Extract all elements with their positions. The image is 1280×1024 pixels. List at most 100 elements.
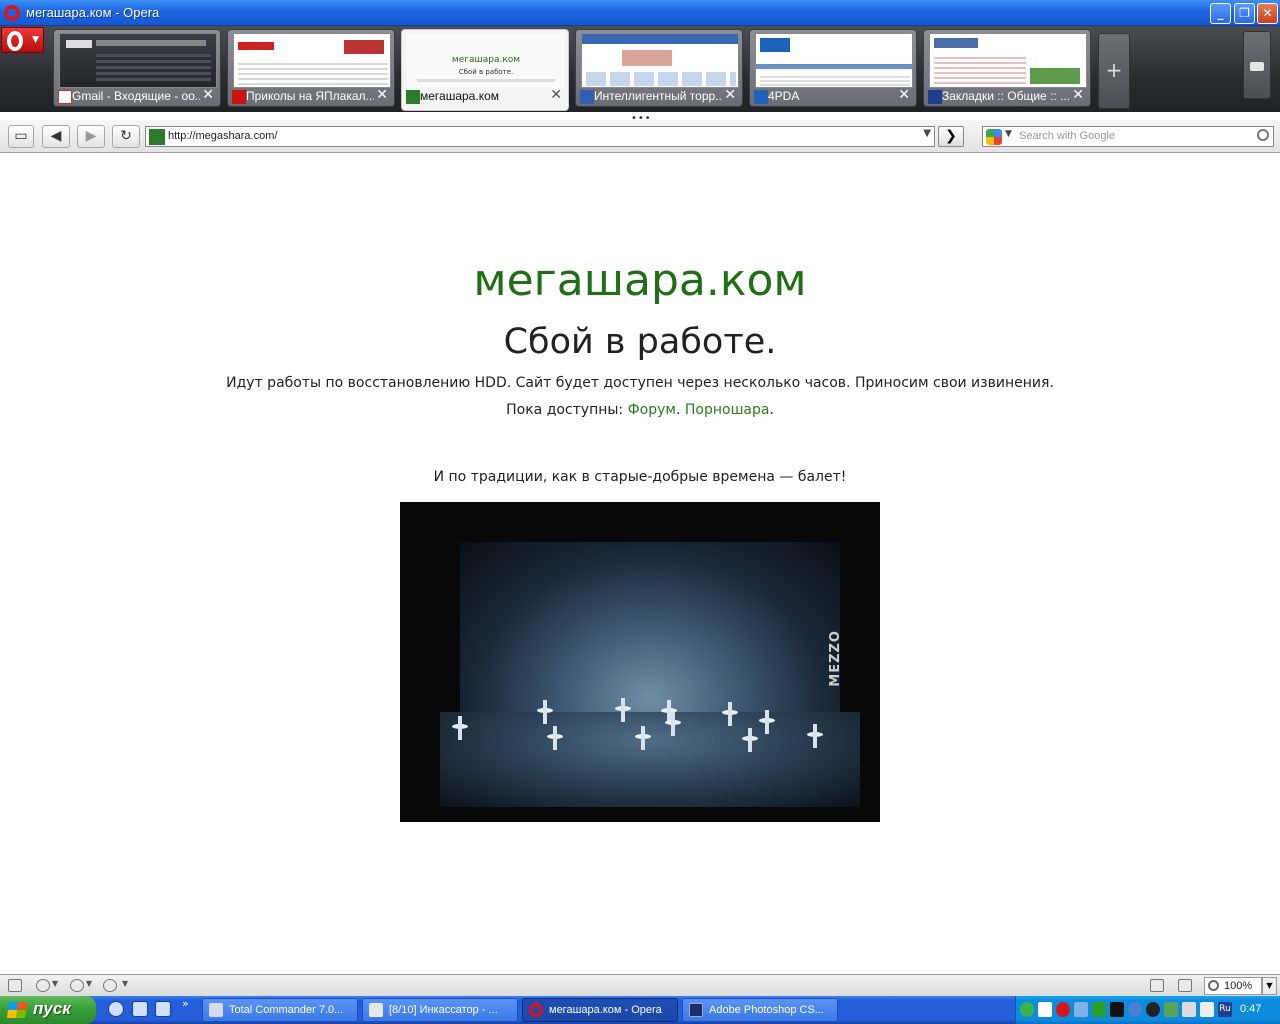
tab-torrent[interactable]: Интеллигентный торр... ✕ xyxy=(575,29,743,107)
dancer xyxy=(615,698,631,724)
address-dropdown-icon[interactable]: ▼ xyxy=(923,128,931,139)
link-separator: . xyxy=(675,402,685,418)
app-quicklaunch-icon[interactable] xyxy=(155,1001,171,1017)
forward-button[interactable]: ▶ xyxy=(77,125,105,148)
opera-menu-button[interactable]: ▼ xyxy=(1,27,44,53)
photoshop-icon xyxy=(689,1003,703,1017)
task-opera[interactable]: мегашара.ком - Opera xyxy=(522,998,678,1022)
windows-flag-icon xyxy=(6,1002,28,1018)
search-icon[interactable] xyxy=(1257,129,1269,141)
quicklaunch-more-icon[interactable]: » xyxy=(182,997,189,1010)
tab-thumbnail xyxy=(233,33,391,88)
search-engine-dropdown-icon[interactable]: ▼ xyxy=(1005,129,1012,139)
ballet-video[interactable]: MEZZO xyxy=(400,502,880,822)
dancer xyxy=(722,702,738,728)
tab-close-icon[interactable]: ✕ xyxy=(1072,87,1084,103)
tab-label: Интеллигентный торр... xyxy=(594,89,722,103)
4pda-icon xyxy=(754,90,768,104)
tab-thumbnail xyxy=(59,33,217,88)
tab-thumbnail: мегашара.ком Сбой в работе. xyxy=(407,33,565,88)
tab-close-icon[interactable]: ✕ xyxy=(202,87,214,103)
tab-megashara[interactable]: мегашара.ком Сбой в работе. мегашара.ком… xyxy=(401,29,569,111)
reload-button[interactable]: ↻ xyxy=(112,125,140,148)
video-floor xyxy=(440,712,860,807)
forum-link[interactable]: Форум xyxy=(628,402,676,418)
tab-close-icon[interactable]: ✕ xyxy=(724,87,736,103)
tab-close-icon[interactable]: ✕ xyxy=(898,87,910,103)
view-icon[interactable] xyxy=(1150,979,1164,992)
window-title: мегашара.ком - Opera xyxy=(26,5,160,20)
opera-tray-icon[interactable] xyxy=(1056,1002,1070,1017)
flash-icon[interactable] xyxy=(1128,1002,1142,1017)
explorer-quicklaunch-icon[interactable] xyxy=(132,1001,148,1017)
available-prefix: Пока доступны: xyxy=(506,402,628,418)
close-button[interactable]: ✕ xyxy=(1257,3,1278,24)
pornoshara-link[interactable]: Порношара xyxy=(685,402,770,418)
paperclip-icon[interactable] xyxy=(1182,1002,1196,1017)
tab-thumbnail xyxy=(581,33,739,88)
leaf-icon[interactable] xyxy=(1164,1002,1178,1017)
window-titlebar[interactable]: мегашара.ком - Opera _ ❐ ✕ xyxy=(0,0,1280,26)
tab-gmail[interactable]: Gmail - Входящие - oo... ✕ xyxy=(53,29,221,107)
image-toggle-icon[interactable] xyxy=(1178,979,1192,992)
status-bar: ▼ ▼ ▼ 100% ▼ xyxy=(0,974,1280,996)
chevron-down-icon: ▼ xyxy=(32,35,39,45)
total-commander-icon xyxy=(209,1003,223,1017)
tab-yaplakal[interactable]: Приколы на ЯПлакал... ✕ xyxy=(227,29,395,107)
minimize-button[interactable]: _ xyxy=(1210,3,1231,24)
tab-label: Приколы на ЯПлакал... xyxy=(246,89,374,103)
url-text: http://megashara.com/ xyxy=(168,130,278,142)
tab-thumbnail xyxy=(755,33,913,88)
dancer xyxy=(807,724,823,750)
zoom-control[interactable]: 100% xyxy=(1204,977,1262,995)
panel-toggle-button[interactable]: ▭ xyxy=(8,125,34,148)
dancer xyxy=(759,710,775,736)
utility-icon[interactable] xyxy=(1092,1002,1106,1017)
torrent-icon xyxy=(580,90,594,104)
address-field[interactable]: http://megashara.com/ ▼ xyxy=(145,126,935,147)
clock: 0:47 xyxy=(1240,1003,1262,1015)
task-inkassator[interactable]: [8/10] Инкассатор - ... xyxy=(362,998,518,1022)
closed-tabs-trash-button[interactable] xyxy=(1243,31,1271,99)
chevron-down-icon[interactable]: ▼ xyxy=(86,979,92,988)
language-ru-icon[interactable]: Ru xyxy=(1218,1002,1232,1017)
tab-label: Gmail - Входящие - oo... xyxy=(72,89,200,103)
back-button[interactable]: ◀ xyxy=(42,125,70,148)
site-name-heading: мегашара.ком xyxy=(473,255,807,306)
tab-4pda[interactable]: 4PDA ✕ xyxy=(749,29,917,107)
chevron-down-icon[interactable]: ▼ xyxy=(52,979,58,988)
icq-icon[interactable] xyxy=(1020,1002,1034,1017)
tab-label: Закладки :: Общие :: ... xyxy=(942,89,1070,103)
ballet-caption: И по традиции, как в старые-добрые време… xyxy=(433,469,847,485)
web-page: мегашара.ком Сбой в работе. Идут работы … xyxy=(0,154,1280,974)
network-icon[interactable] xyxy=(1074,1002,1088,1017)
monitor-icon[interactable] xyxy=(1110,1002,1124,1017)
tab-bookmarks[interactable]: Закладки :: Общие :: ... ✕ xyxy=(923,29,1091,107)
restore-button[interactable]: ❐ xyxy=(1234,3,1255,24)
panel-icon[interactable] xyxy=(8,979,22,992)
tab-thumbnail xyxy=(929,33,1087,88)
bug-icon[interactable] xyxy=(1146,1002,1160,1017)
zoom-dropdown-icon[interactable]: ▼ xyxy=(1262,977,1277,995)
new-tab-button[interactable]: + xyxy=(1098,33,1130,109)
available-suffix: . xyxy=(769,402,774,418)
unite-icon[interactable] xyxy=(36,979,50,992)
search-field[interactable]: ▼ Search with Google xyxy=(982,126,1274,147)
ie-quicklaunch-icon[interactable] xyxy=(108,1001,124,1017)
task-photoshop[interactable]: Adobe Photoshop CS... xyxy=(682,998,838,1022)
mezzo-logo: MEZZO xyxy=(828,630,843,687)
tab-close-icon[interactable]: ✕ xyxy=(376,87,388,103)
tab-close-icon[interactable]: ✕ xyxy=(550,87,562,103)
go-button[interactable]: ❯ xyxy=(938,126,964,147)
4pda-tray-icon[interactable] xyxy=(1038,1002,1052,1017)
link-icon[interactable] xyxy=(103,979,117,992)
task-total-commander[interactable]: Total Commander 7.0... xyxy=(202,998,358,1022)
tab-label: мегашара.ком xyxy=(420,89,500,103)
chevron-down-icon[interactable]: ▼ xyxy=(122,979,128,988)
volume-icon[interactable] xyxy=(1200,1002,1214,1017)
available-links: Пока доступны: Форум. Порношара. xyxy=(0,402,1280,418)
tab-bar: ▼ Gmail - Входящие - oo... ✕ Приколы на … xyxy=(0,26,1280,112)
start-button[interactable]: пуск xyxy=(0,996,96,1024)
turbo-icon[interactable] xyxy=(70,979,84,992)
google-icon[interactable] xyxy=(986,129,1002,145)
